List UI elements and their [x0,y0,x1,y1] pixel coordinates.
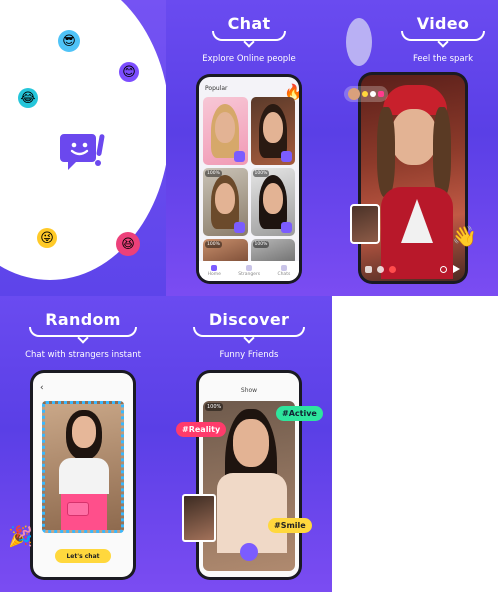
video-screen [361,75,465,281]
random-match-card [42,401,124,533]
mic-icon[interactable] [377,266,384,273]
video-call-icon[interactable] [240,543,258,561]
empty-area [332,296,498,592]
tab-strangers[interactable]: Strangers [238,265,260,277]
chat-title: Chat [211,14,287,48]
pink-bag [67,502,89,516]
random-subtitle: Chat with strangers instant [25,350,141,360]
wink-emoji-icon: 😜 [37,228,57,248]
camera-icon[interactable] [365,266,372,273]
smile-emoji-icon: 😊 [119,62,139,82]
bottom-tab-bar: Home Strangers Chats [199,261,299,281]
discover-panel: Discover Funny Friends Show 100% #Realit… [166,296,332,592]
tree-pattern [401,199,433,243]
user-card[interactable] [250,97,295,165]
chat-panel: Chat Explore Online people Popular 🔥 100… [166,0,332,296]
preview-thumbnail[interactable] [182,494,216,542]
discover-screen: Show 100% [199,373,299,577]
user-card[interactable]: 100% [250,168,295,236]
tab-chats[interactable]: Chats [277,265,290,277]
discover-phone-frame: Show 100% [196,370,302,580]
show-header: Show [240,387,258,394]
video-subtitle: Feel the spark [412,54,474,64]
grin-emoji-icon: 😆 [116,232,140,256]
emoji-icon[interactable] [440,266,447,273]
online-badge: 100% [252,241,270,248]
tag-reality[interactable]: #Reality [176,422,227,437]
tab-home[interactable]: Home [208,265,221,277]
video-call-icon[interactable] [233,222,245,233]
caller-avatar [348,88,360,100]
video-call-icon[interactable] [281,151,292,162]
discover-title: Discover [192,310,306,344]
tag-smile[interactable]: #Smile [268,518,312,533]
random-title: Random [29,310,137,344]
random-screen: ‹ Let's chat [33,373,133,577]
lets-chat-button[interactable]: Let's chat [55,549,111,563]
video-title: Video [400,14,486,48]
back-arrow-icon[interactable]: ‹ [40,383,44,393]
discover-subtitle: Funny Friends [219,350,279,360]
random-phone-frame: ‹ Let's chat [30,370,136,580]
sunglasses-emoji-icon: 😎 [58,30,80,52]
tag-active[interactable]: #Active [276,406,323,421]
chats-icon [280,265,287,271]
video-panel: Video Feel the spark 👋 [332,0,498,296]
strangers-icon [246,265,253,271]
home-icon [211,265,218,271]
online-badge: 100% [205,403,224,411]
app-logo-icon [60,134,105,170]
online-badge: 100% [205,241,222,248]
chat-phone-frame: Popular 🔥 100% 100% 100% 100% Home Stran… [196,74,302,284]
video-phone-frame [358,72,468,284]
end-call-icon[interactable] [389,266,396,273]
waving-hand-icon: 👋 [452,224,477,248]
video-call-icon[interactable] [233,151,245,162]
chat-subtitle: Explore Online people [202,54,296,64]
video-call-icon[interactable] [281,222,292,233]
video-face [391,109,437,165]
user-grid: 100% 100% 100% 100% [203,97,295,265]
send-icon[interactable] [453,265,460,273]
party-popper-icon: 🎉 [8,524,33,548]
caller-info-pill [344,86,388,102]
chat-screen: Popular 🔥 100% 100% 100% 100% Home Stran… [199,77,299,281]
laugh-emoji-icon: 😂 [18,88,38,108]
user-card[interactable] [203,97,248,165]
user-card[interactable]: 100% [203,168,248,236]
random-panel: Random Chat with strangers instant ‹ Let… [0,296,166,592]
self-view-thumbnail[interactable] [350,204,380,244]
intro-panel: 😎 😊 😂 😜 😆 [0,0,166,296]
popular-header: Popular [205,85,228,92]
